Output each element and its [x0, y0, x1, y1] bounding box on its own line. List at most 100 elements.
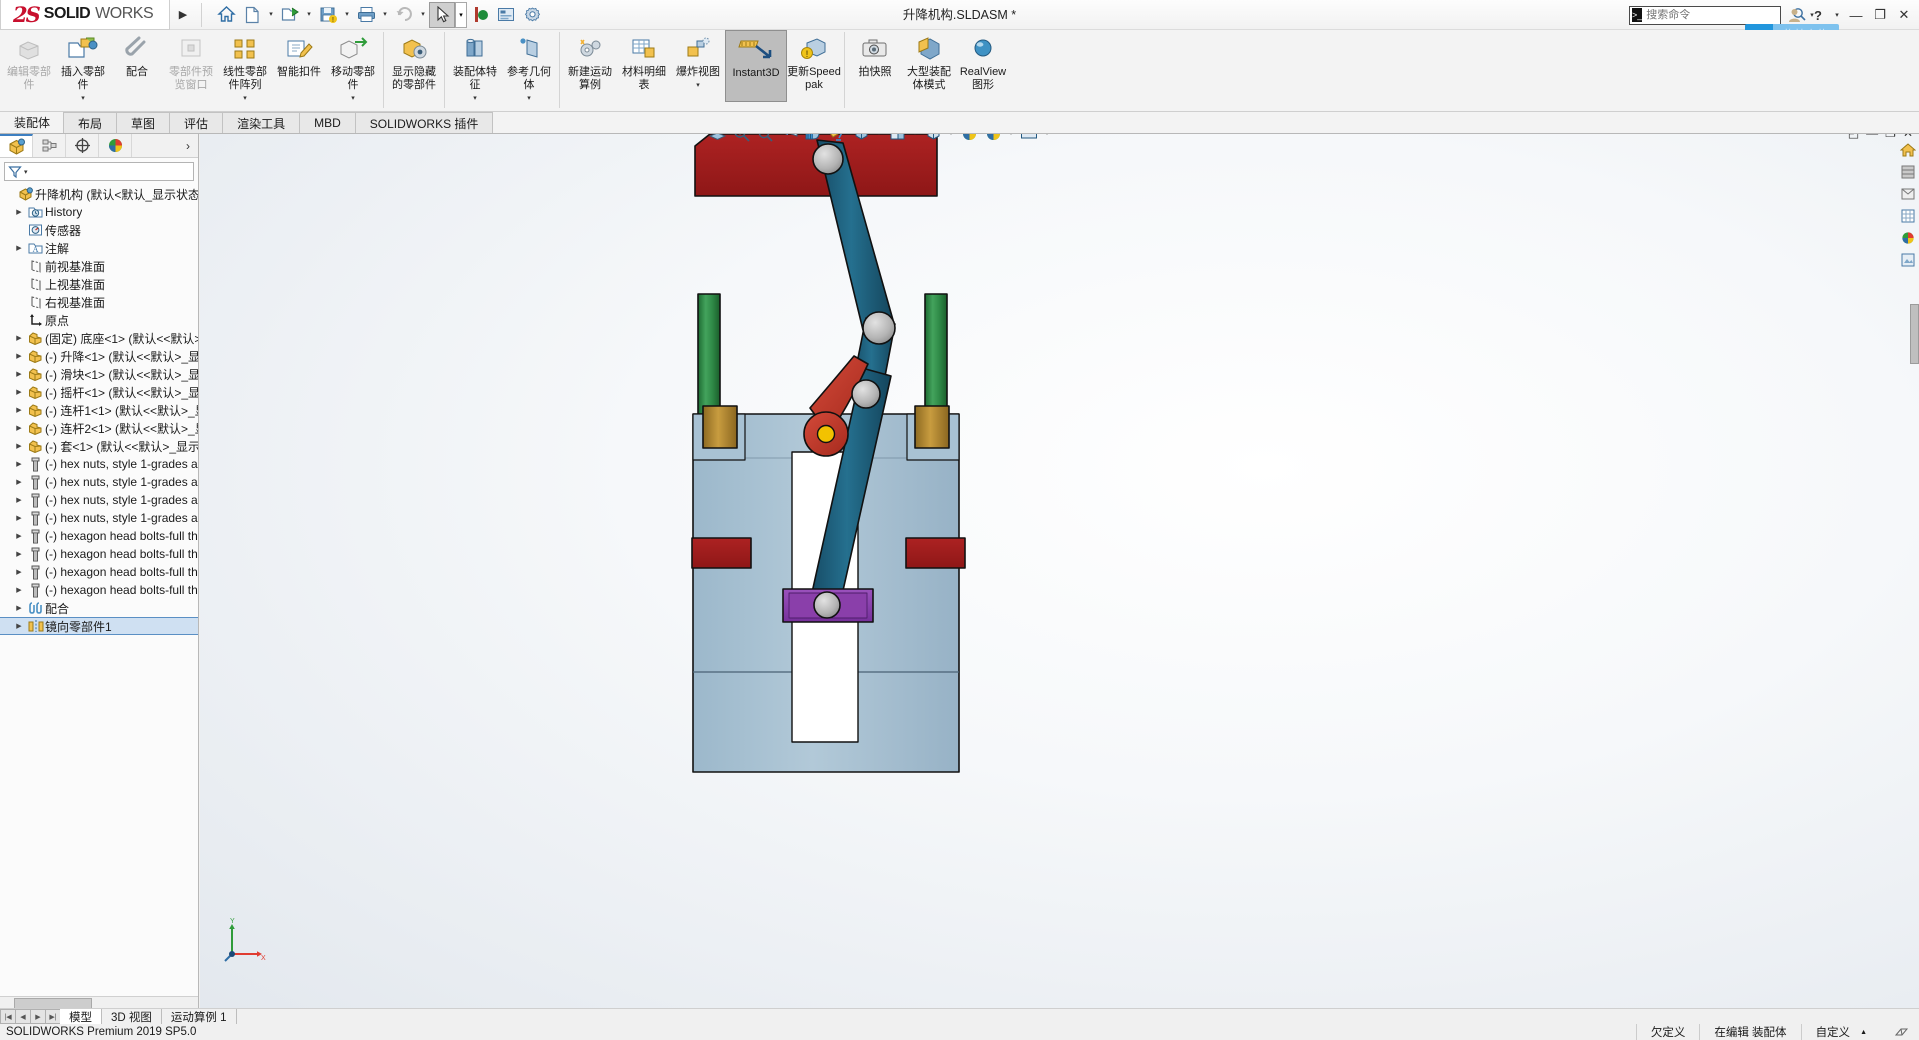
- ribbon-assembly-features[interactable]: 装配体特征 ▾: [448, 30, 502, 110]
- tree-item[interactable]: 传感器: [0, 221, 198, 239]
- ribbon-move-component[interactable]: 移动零部件 ▾: [326, 30, 380, 110]
- chevron-down-icon[interactable]: ▾: [81, 94, 85, 102]
- tree-item[interactable]: ▶ (-) hex nuts, style 1-grades ab g: [0, 473, 198, 491]
- appearances-ball-icon[interactable]: [1898, 228, 1918, 247]
- settings-gear-icon[interactable]: [519, 2, 545, 28]
- chevron-down-icon[interactable]: ▾: [243, 94, 247, 102]
- chevron-down-icon[interactable]: ▾: [1042, 134, 1052, 137]
- tree-item[interactable]: 升降机构 (默认<默认_显示状态-1>): [0, 185, 198, 203]
- expand-chevron-icon[interactable]: ▶: [12, 460, 26, 468]
- expand-chevron-icon[interactable]: ▶: [12, 388, 26, 396]
- expand-chevron-icon[interactable]: ▶: [12, 334, 26, 342]
- undo-dropdown-caret[interactable]: ▾: [417, 2, 429, 28]
- expand-chevron-icon[interactable]: ▶: [12, 532, 26, 540]
- display-pane-icon[interactable]: [1898, 184, 1918, 203]
- tree-item[interactable]: ▶ A 注解: [0, 239, 198, 257]
- bottom-tab-motion-study[interactable]: 运动算例 1: [162, 1008, 237, 1025]
- display-manager-tab[interactable]: [99, 134, 132, 157]
- new-document-dropdown-caret[interactable]: ▾: [265, 2, 277, 28]
- ribbon-insert-component[interactable]: 插入零部件 ▾: [56, 30, 110, 110]
- expand-chevron-icon[interactable]: ▶: [12, 208, 26, 216]
- tree-item[interactable]: ▶ (-) 连杆1<1> (默认<<默认>_显示: [0, 401, 198, 419]
- viewport-vertical-scrollbar[interactable]: [1910, 304, 1919, 364]
- chevron-down-icon[interactable]: ▾: [351, 94, 355, 102]
- tree-item[interactable]: ▶ (-) hex nuts, style 1-grades ab g: [0, 491, 198, 509]
- view-home-icon[interactable]: [1898, 140, 1918, 159]
- decals-icon[interactable]: [1898, 250, 1918, 269]
- select-dropdown-caret[interactable]: ▾: [455, 1, 467, 28]
- tree-item[interactable]: ▶ (-) 连杆2<1> (默认<<默认>_显示: [0, 419, 198, 437]
- minimize-doc-icon[interactable]: —: [1866, 134, 1878, 140]
- close-window-button[interactable]: ✕: [1893, 0, 1915, 30]
- tab-solidworks-addins[interactable]: SOLIDWORKS 插件: [354, 112, 494, 133]
- expand-chevron-icon[interactable]: ▶: [12, 424, 26, 432]
- tree-item[interactable]: ▶ (-) hex nuts, style 1-grades ab g: [0, 455, 198, 473]
- ribbon-bill-of-materials[interactable]: 材料明细表: [617, 30, 671, 110]
- expand-chevron-icon[interactable]: ▶: [12, 406, 26, 414]
- ribbon-reference-geometry[interactable]: 参考几何体 ▾: [502, 30, 556, 110]
- ribbon-instant3d[interactable]: Instant3D: [725, 30, 787, 102]
- feature-tree[interactable]: 升降机构 (默认<默认_显示状态-1>) ▶ History 传感器 ▶ A 注解前视基准面…: [0, 183, 198, 996]
- expand-chevron-icon[interactable]: ▶: [12, 478, 26, 486]
- search-input[interactable]: [1646, 9, 1789, 21]
- resize-grip-icon[interactable]: [1881, 1024, 1913, 1040]
- display-style-icon[interactable]: [802, 134, 824, 144]
- nav-last-button[interactable]: ▶|: [45, 1009, 61, 1024]
- feature-manager-more-tabs[interactable]: ›: [186, 139, 198, 153]
- chevron-down-icon[interactable]: ▾: [910, 134, 920, 137]
- ribbon-large-assembly-mode[interactable]: 大型装配体模式: [902, 30, 956, 110]
- zoom-to-fit-icon[interactable]: [730, 134, 752, 144]
- tree-item[interactable]: ▶ History: [0, 203, 198, 221]
- assembly-model-render[interactable]: [200, 134, 1919, 1010]
- expand-chevron-icon[interactable]: ▶: [12, 586, 26, 594]
- ribbon-new-motion-study[interactable]: 新建运动算例: [563, 30, 617, 110]
- options-display-icon[interactable]: [493, 2, 519, 28]
- tree-item[interactable]: ▶ (-) hexagon head bolts-full threa: [0, 581, 198, 599]
- expand-chevron-icon[interactable]: ▶: [12, 568, 26, 576]
- hide-show-items-icon[interactable]: [826, 134, 848, 144]
- chevron-down-icon[interactable]: ▾: [473, 94, 477, 102]
- ribbon-component-preview[interactable]: 零部件预览窗口: [164, 30, 218, 110]
- minimize-window-button[interactable]: —: [1845, 0, 1867, 30]
- tree-item[interactable]: ▶ (-) 升降<1> (默认<<默认>_显示状: [0, 347, 198, 365]
- expand-chevron-icon[interactable]: ▶: [12, 514, 26, 522]
- property-manager-tab[interactable]: [33, 134, 66, 157]
- tree-item[interactable]: ▶ (-) hex nuts, style 1-grades ab g: [0, 509, 198, 527]
- configuration-manager-tab[interactable]: [66, 134, 99, 157]
- open-document-icon[interactable]: [277, 2, 303, 28]
- tree-item[interactable]: ▶ (-) 套<1> (默认<<默认>_显示状态: [0, 437, 198, 455]
- viewport-layout-icon[interactable]: [1018, 134, 1040, 144]
- custom-properties-icon[interactable]: [1898, 206, 1918, 225]
- ribbon-exploded-view[interactable]: 爆炸视图 ▾: [671, 30, 725, 110]
- expand-chevron-icon[interactable]: ▶: [12, 496, 26, 504]
- filter-dropdown-caret[interactable]: ▾: [24, 168, 28, 176]
- tree-item[interactable]: ▶ (-) hexagon head bolts-full threa: [0, 545, 198, 563]
- maximize-doc-icon[interactable]: ❐: [1885, 134, 1896, 140]
- tree-item[interactable]: 前视基准面: [0, 257, 198, 275]
- expand-chevron-icon[interactable]: ▶: [12, 622, 26, 630]
- bottom-tab-model[interactable]: 模型: [60, 1008, 102, 1025]
- tab-layout[interactable]: 布局: [63, 112, 118, 133]
- command-search-box[interactable]: >_ ▾: [1629, 5, 1814, 25]
- new-document-icon[interactable]: [239, 2, 265, 28]
- view-orientation-cube-icon[interactable]: [922, 134, 944, 144]
- appearances-sphere-icon[interactable]: [958, 134, 980, 144]
- nav-prev-button[interactable]: ◀: [15, 1009, 31, 1024]
- tab-sketch[interactable]: 草图: [116, 112, 171, 133]
- ribbon-take-snapshot[interactable]: 拍快照: [848, 30, 902, 110]
- tree-item[interactable]: ▶ (-) hexagon head bolts-full threa: [0, 563, 198, 581]
- tree-item[interactable]: ▶ (固定) 底座<1> (默认<<默认>_显示: [0, 329, 198, 347]
- expand-chevron-icon[interactable]: ▶: [12, 244, 26, 252]
- expand-chevron-icon[interactable]: ▶: [12, 370, 26, 378]
- maximize-window-button[interactable]: ❐: [1869, 0, 1891, 30]
- solidworks-logo[interactable]: 2S SOLID WORKS: [0, 0, 170, 30]
- select-pointer-icon[interactable]: [429, 1, 455, 28]
- status-custom-units[interactable]: 自定义 ▲: [1800, 1024, 1881, 1040]
- tree-item[interactable]: ▶ 配合: [0, 599, 198, 617]
- tree-item[interactable]: 右视基准面: [0, 293, 198, 311]
- rebuild-icon[interactable]: [467, 2, 493, 28]
- tab-mbd[interactable]: MBD: [299, 112, 356, 133]
- undo-icon[interactable]: [391, 2, 417, 28]
- ribbon-edit-component[interactable]: 编辑零部件: [2, 30, 56, 110]
- nav-first-button[interactable]: |◀: [0, 1009, 16, 1024]
